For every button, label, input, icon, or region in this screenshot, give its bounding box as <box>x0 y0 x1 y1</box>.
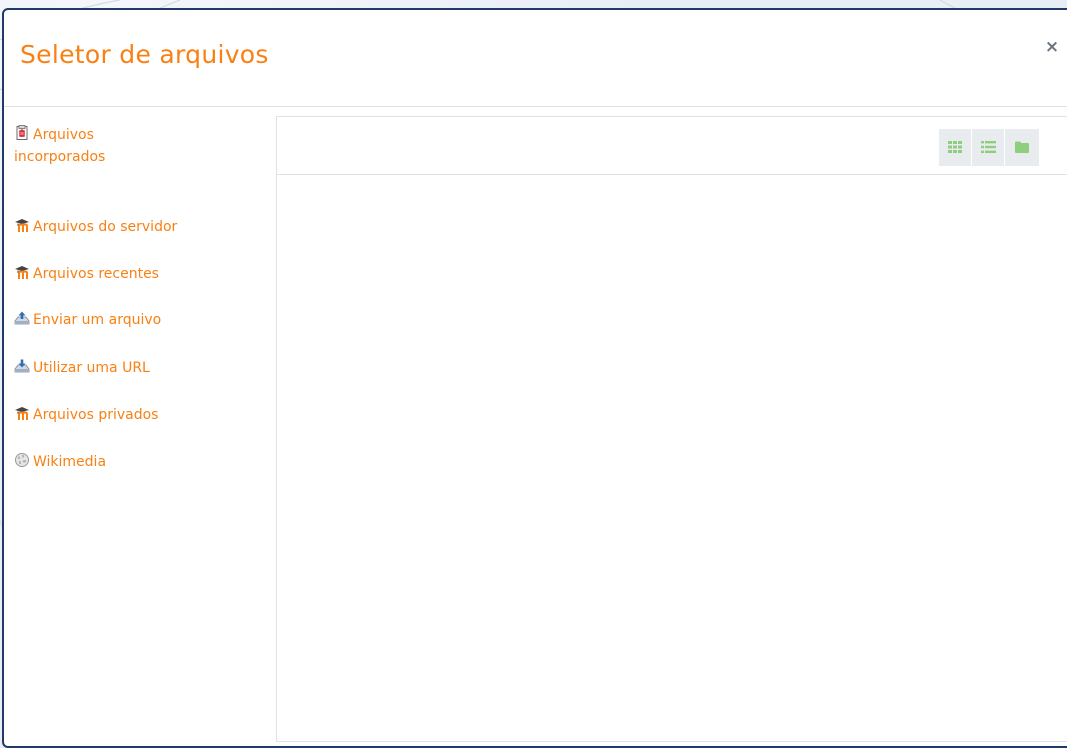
sidebar-item-url[interactable]: Utilizar uma URL <box>14 357 269 379</box>
grid-view-button[interactable] <box>939 129 971 166</box>
dialog-title: Seletor de arquivos <box>20 40 269 69</box>
file-picker-dialog: Seletor de arquivos × Arquivos incorpora… <box>2 8 1067 748</box>
view-mode-toggle <box>939 129 1040 166</box>
url-download-icon <box>14 358 30 374</box>
upload-icon <box>14 310 30 326</box>
grid-view-icon <box>948 138 962 157</box>
close-button[interactable]: × <box>1044 39 1060 56</box>
list-view-button[interactable] <box>972 129 1004 166</box>
sidebar-item-embedded-files[interactable]: Arquivos incorporados <box>14 124 269 168</box>
sidebar-item-label: Enviar um arquivo <box>33 312 162 328</box>
moodle-icon <box>14 405 30 421</box>
moodle-icon <box>14 264 30 280</box>
embedded-files-icon <box>14 125 30 141</box>
list-view-icon <box>980 138 996 157</box>
file-content-pane <box>276 116 1067 742</box>
moodle-icon <box>14 217 30 233</box>
folder-view-button[interactable] <box>1005 129 1039 166</box>
sidebar-item-label: Arquivos do servidor <box>33 219 178 235</box>
sidebar-item-upload-file[interactable]: Enviar um arquivo <box>14 309 269 331</box>
sidebar-item-label: Utilizar uma URL <box>33 360 150 376</box>
wikimedia-globe-icon <box>14 452 30 468</box>
content-toolbar <box>277 117 1067 175</box>
sidebar-item-private-files[interactable]: Arquivos privados <box>14 404 269 426</box>
sidebar-item-label: Wikimedia <box>33 454 107 470</box>
sidebar-item-label: Arquivos recentes <box>33 266 159 282</box>
sidebar-item-label-continued: incorporados <box>14 149 106 165</box>
sidebar-item-label: Arquivos privados <box>33 407 159 423</box>
sidebar-item-label: Arquivos <box>33 127 94 143</box>
dialog-header: Seletor de arquivos × <box>4 10 1067 107</box>
sidebar-item-wikimedia[interactable]: Wikimedia <box>14 451 269 473</box>
folder-view-icon <box>1015 138 1029 157</box>
sidebar-item-recent-files[interactable]: Arquivos recentes <box>14 263 269 285</box>
sidebar-item-server-files[interactable]: Arquivos do servidor <box>14 216 269 238</box>
